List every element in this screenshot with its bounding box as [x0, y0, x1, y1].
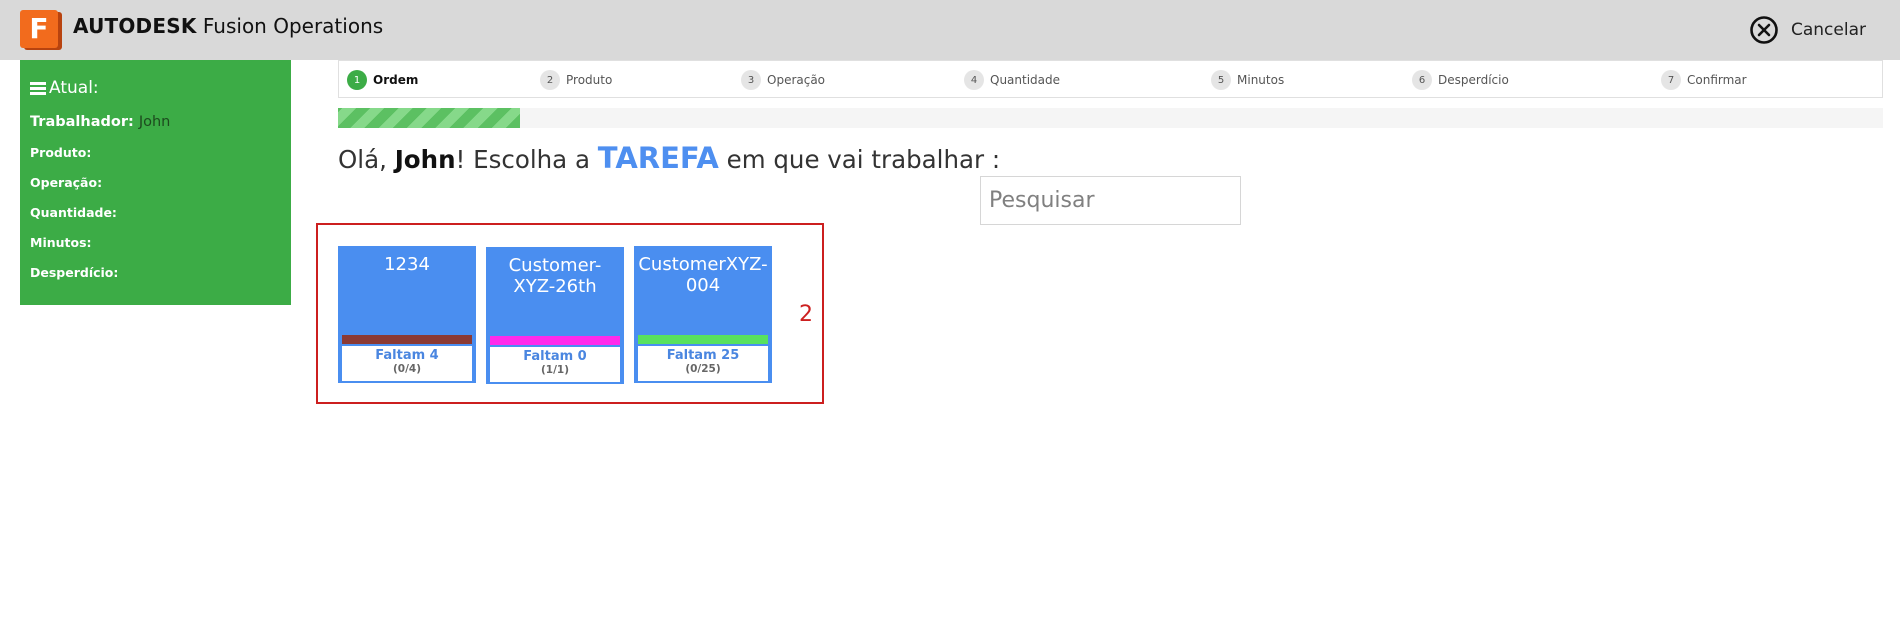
close-circle-icon [1750, 16, 1778, 44]
operation-label: Operação: [30, 175, 103, 190]
panel-title: Atual: [49, 78, 99, 98]
progress-fill [338, 108, 521, 128]
logo-letter: F [20, 10, 58, 48]
wizard-progress-bar [338, 108, 1883, 128]
top-bar: F AUTODESK Fusion Operations Cancelar [0, 0, 1900, 60]
order-ratio: (1/1) [540, 364, 570, 376]
order-footer: Faltam 25 (0/25) [638, 346, 768, 381]
page-title: Olá, John! Escolha a TAREFA em que vai t… [338, 141, 1000, 175]
worker-row: Trabalhador: John [30, 106, 281, 138]
quantity-label: Quantidade: [30, 205, 117, 220]
step-confirm[interactable]: 7 Confirmar [1661, 70, 1747, 90]
worker-label: Trabalhador: [30, 114, 134, 130]
step-operation[interactable]: 3 Operação [741, 70, 825, 90]
order-card[interactable]: 1234 Faltam 4 (0/4) [338, 246, 476, 383]
step-waste[interactable]: 6 Desperdício [1412, 70, 1509, 90]
order-footer: Faltam 0 (1/1) [490, 347, 620, 382]
order-card[interactable]: Customer-XYZ-26th Faltam 0 (1/1) [486, 247, 624, 384]
worker-value: John [138, 114, 171, 130]
order-remaining: Faltam 25 [666, 348, 740, 363]
product-label: Produto: [30, 145, 92, 160]
step-number: 5 [1211, 70, 1231, 90]
app-title: AUTODESK Fusion Operations [73, 14, 383, 38]
panel-header: Atual: [30, 78, 281, 98]
menu-icon [30, 81, 46, 95]
annotation-number: 2 [799, 302, 813, 327]
greeting-name: John [394, 145, 456, 174]
fusion-logo-icon: F [20, 10, 62, 50]
step-label: Operação [767, 73, 826, 87]
step-number: 6 [1412, 70, 1432, 90]
minutes-label: Minutos: [30, 235, 92, 250]
waste-label: Desperdício: [30, 265, 119, 280]
order-remaining: Faltam 0 [523, 349, 587, 364]
order-card[interactable]: CustomerXYZ-004 Faltam 25 (0/25) [634, 246, 772, 383]
cancel-label: Cancelar [1791, 20, 1866, 40]
step-label: Minutos [1237, 73, 1285, 87]
step-minutes[interactable]: 5 Minutos [1211, 70, 1284, 90]
order-remaining: Faltam 4 [375, 348, 439, 363]
greeting-mid: ! Escolha a [455, 145, 598, 174]
step-label: Ordem [373, 73, 419, 87]
step-number: 4 [964, 70, 984, 90]
product-name: Fusion Operations [202, 14, 384, 38]
step-label: Produto [566, 73, 613, 87]
step-label: Quantidade [990, 73, 1061, 87]
greeting-end: em que vai trabalhar : [718, 145, 1001, 174]
step-number: 2 [540, 70, 560, 90]
order-status-bar [342, 335, 472, 344]
order-status-bar [490, 336, 620, 345]
order-title: CustomerXYZ-004 [638, 254, 768, 296]
step-product[interactable]: 2 Produto [540, 70, 612, 90]
wizard-stepper: 1 Ordem 2 Produto 3 Operação 4 Quantidad… [338, 60, 1883, 98]
step-order[interactable]: 1 Ordem [347, 70, 418, 90]
cancel-button[interactable]: Cancelar [1749, 15, 1866, 45]
order-ratio: (0/4) [392, 363, 422, 375]
brand-name: AUTODESK [73, 14, 197, 38]
search-input[interactable] [980, 176, 1241, 225]
step-number: 1 [347, 70, 367, 90]
current-info-panel: Atual: Trabalhador: John Produto: Operaç… [20, 60, 291, 305]
greeting-hello: Olá, [338, 145, 395, 174]
greeting-task: TAREFA [597, 141, 719, 175]
step-number: 3 [741, 70, 761, 90]
order-footer: Faltam 4 (0/4) [342, 346, 472, 381]
step-label: Desperdício [1438, 73, 1509, 87]
order-title: 1234 [384, 254, 430, 275]
step-label: Confirmar [1687, 73, 1747, 87]
step-quantity[interactable]: 4 Quantidade [964, 70, 1060, 90]
order-ratio: (0/25) [685, 363, 721, 375]
order-status-bar [638, 335, 768, 344]
step-number: 7 [1661, 70, 1681, 90]
order-title: Customer-XYZ-26th [508, 255, 602, 297]
